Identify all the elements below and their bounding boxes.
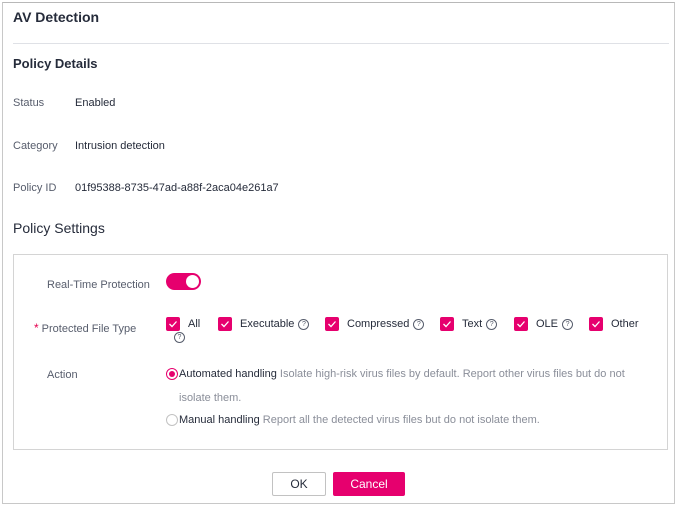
checkbox-other-label: Other xyxy=(611,318,639,330)
checkbox-checked-icon xyxy=(440,317,454,331)
dialog-title: AV Detection xyxy=(13,9,100,25)
required-asterisk: * xyxy=(34,321,39,335)
help-icon-ole[interactable]: ? xyxy=(562,318,574,330)
checkbox-ole-label: OLE xyxy=(536,318,559,330)
ok-button[interactable]: OK xyxy=(272,472,326,496)
protected-file-type-label: * Protected File Type xyxy=(34,321,136,335)
automated-handling-desc: Isolate high-risk virus files by default… xyxy=(279,368,625,380)
toggle-knob xyxy=(186,275,199,288)
checkbox-checked-icon xyxy=(514,317,528,331)
category-label: Category xyxy=(13,140,58,152)
checkbox-all[interactable]: All xyxy=(166,317,200,331)
help-icon-all[interactable]: ? xyxy=(174,332,185,343)
help-icon-compressed[interactable]: ? xyxy=(413,318,425,330)
checkbox-checked-icon xyxy=(218,317,232,331)
help-icon-executable[interactable]: ? xyxy=(298,318,310,330)
title-divider xyxy=(13,43,669,44)
status-label: Status xyxy=(13,97,45,109)
automated-handling-desc-cont: isolate them. xyxy=(179,392,242,404)
policy-id-label: Policy ID xyxy=(13,182,57,194)
checkbox-executable[interactable]: Executable ? xyxy=(218,317,310,331)
checkbox-text-label: Text xyxy=(462,318,483,330)
policy-id-value: 01f95388-8735-47ad-a88f-2aca04e261a7 xyxy=(75,182,279,194)
checkbox-ole[interactable]: OLE ? xyxy=(514,317,574,331)
checkbox-text[interactable]: Text ? xyxy=(440,317,498,331)
radio-unselected-icon xyxy=(166,414,178,426)
radio-manual-handling[interactable]: Manual handling Report all the detected … xyxy=(166,414,540,426)
real-time-protection-label: Real-Time Protection xyxy=(47,279,150,291)
manual-handling-label: Manual handling xyxy=(179,414,260,426)
policy-settings-panel: Real-Time Protection * Protected File Typ… xyxy=(13,254,668,450)
real-time-protection-toggle[interactable] xyxy=(166,273,201,290)
checkbox-checked-icon xyxy=(166,317,180,331)
policy-settings-heading: Policy Settings xyxy=(13,220,105,236)
automated-handling-label: Automated handling xyxy=(179,368,277,380)
checkbox-other[interactable]: Other xyxy=(589,317,639,331)
checkbox-checked-icon xyxy=(589,317,603,331)
checkbox-compressed[interactable]: Compressed ? xyxy=(325,317,425,331)
status-value: Enabled xyxy=(75,97,116,109)
category-value: Intrusion detection xyxy=(75,140,165,152)
checkbox-all-label: All xyxy=(188,318,201,330)
policy-details-heading: Policy Details xyxy=(13,56,98,71)
radio-automated-handling[interactable]: Automated handling Isolate high-risk vir… xyxy=(166,368,625,380)
radio-selected-icon xyxy=(166,368,178,380)
help-icon-text[interactable]: ? xyxy=(486,318,498,330)
manual-handling-desc: Report all the detected virus files but … xyxy=(262,414,540,426)
cancel-button[interactable]: Cancel xyxy=(333,472,405,496)
action-label: Action xyxy=(47,369,78,381)
checkbox-executable-label: Executable xyxy=(240,318,295,330)
checkbox-compressed-label: Compressed xyxy=(347,318,410,330)
av-detection-dialog: AV Detection Policy Details Status Enabl… xyxy=(2,2,675,504)
checkbox-checked-icon xyxy=(325,317,339,331)
protected-file-type-text: Protected File Type xyxy=(41,323,137,335)
